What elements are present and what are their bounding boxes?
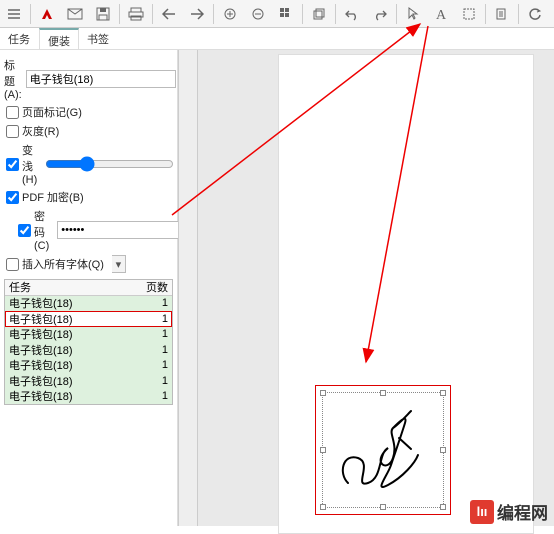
task-table: 任务 页数 电子钱包(18)1电子钱包(18)1电子钱包(18)1电子钱包(18… [4, 279, 173, 405]
row-name: 电子钱包(18) [5, 388, 138, 404]
zoom-in-icon[interactable] [217, 1, 243, 27]
tab-convenient[interactable]: 便装 [39, 28, 79, 49]
zoom-out-icon[interactable] [245, 1, 271, 27]
undo-icon[interactable] [339, 1, 365, 27]
row-name: 电子钱包(18) [5, 311, 138, 327]
tab-bookmark[interactable]: 书签 [79, 28, 118, 49]
table-row[interactable]: 电子钱包(18)1 [5, 327, 172, 343]
site-logo: lıı 编程网 [470, 499, 548, 524]
row-pages: 1 [138, 359, 172, 371]
insert-fonts-label: 插入所有字体(Q) [22, 256, 104, 272]
task-table-header: 任务 页数 [5, 280, 172, 296]
forward-icon[interactable] [184, 1, 210, 27]
mail-icon[interactable] [62, 1, 88, 27]
row-name: 电子钱包(18) [5, 295, 138, 311]
table-row[interactable]: 电子钱包(18)1 [5, 296, 172, 312]
crop-selection[interactable] [315, 385, 451, 515]
crop-handle[interactable] [380, 504, 386, 510]
left-panel: 标题(A): 页面标记(G) 灰度(R) 变浅(H) PDF 加密(B) 密码(… [0, 50, 178, 526]
col-header-pages: 页数 [138, 279, 172, 295]
page-marks-checkbox[interactable] [6, 106, 19, 119]
crop-inner-border [322, 392, 444, 508]
password-label: 密码(C) [34, 208, 49, 252]
main-toolbar: A [0, 0, 554, 28]
row-name: 电子钱包(18) [5, 342, 138, 358]
pdf-encrypt-checkbox[interactable] [6, 191, 19, 204]
crop-handle[interactable] [440, 390, 446, 396]
text-tool-icon[interactable]: A [428, 1, 454, 27]
save-icon[interactable] [90, 1, 116, 27]
crop-handle[interactable] [320, 447, 326, 453]
layers-icon[interactable] [306, 1, 332, 27]
print-icon[interactable] [123, 1, 149, 27]
row-pages: 1 [138, 390, 172, 402]
fade-slider[interactable] [45, 156, 174, 172]
fade-label: 变浅(H) [22, 142, 37, 186]
table-row[interactable]: 电子钱包(18)1 [5, 389, 172, 405]
page-preview[interactable] [278, 54, 534, 534]
row-name: 电子钱包(18) [5, 357, 138, 373]
gray-label: 灰度(R) [22, 123, 59, 139]
menu-icon[interactable] [1, 1, 27, 27]
sidebar-tabs: 任务 便装 书签 [0, 28, 554, 50]
pointer-icon[interactable] [400, 1, 426, 27]
redo-icon[interactable] [367, 1, 393, 27]
crop-tool-icon[interactable] [456, 1, 482, 27]
panel-gutter[interactable] [178, 50, 198, 526]
title-input[interactable] [26, 70, 176, 88]
insert-fonts-checkbox[interactable] [6, 258, 19, 271]
pdf-encrypt-label: PDF 加密(B) [22, 189, 84, 205]
document-area [198, 50, 554, 526]
password-checkbox[interactable] [18, 224, 31, 237]
svg-text:A: A [436, 8, 447, 21]
title-label: 标题(A): [4, 57, 22, 101]
row-name: 电子钱包(18) [5, 373, 138, 389]
reload-icon[interactable] [522, 1, 548, 27]
signature-image [333, 403, 433, 503]
fonts-dropdown-icon[interactable]: ▾ [112, 255, 126, 273]
row-pages: 1 [138, 313, 172, 325]
crop-handle[interactable] [440, 504, 446, 510]
copy-icon[interactable] [489, 1, 515, 27]
fade-checkbox[interactable] [6, 158, 19, 171]
col-header-name: 任务 [5, 279, 138, 295]
table-row[interactable]: 电子钱包(18)1 [5, 342, 172, 358]
grid-icon[interactable] [273, 1, 299, 27]
row-pages: 1 [138, 375, 172, 387]
logo-badge-icon: lıı [470, 500, 494, 524]
table-row[interactable]: 电子钱包(18)1 [5, 358, 172, 374]
crop-handle[interactable] [320, 390, 326, 396]
table-row[interactable]: 电子钱包(18)1 [5, 311, 172, 327]
crop-handle[interactable] [320, 504, 326, 510]
row-name: 电子钱包(18) [5, 326, 138, 342]
adobe-icon[interactable] [34, 1, 60, 27]
row-pages: 1 [138, 297, 172, 309]
crop-handle[interactable] [440, 447, 446, 453]
row-pages: 1 [138, 328, 172, 340]
gray-checkbox[interactable] [6, 125, 19, 138]
table-row[interactable]: 电子钱包(18)1 [5, 373, 172, 389]
logo-text: 编程网 [497, 499, 548, 524]
crop-handle[interactable] [380, 390, 386, 396]
tab-task[interactable]: 任务 [0, 28, 39, 49]
back-icon[interactable] [156, 1, 182, 27]
row-pages: 1 [138, 344, 172, 356]
page-marks-label: 页面标记(G) [22, 104, 82, 120]
